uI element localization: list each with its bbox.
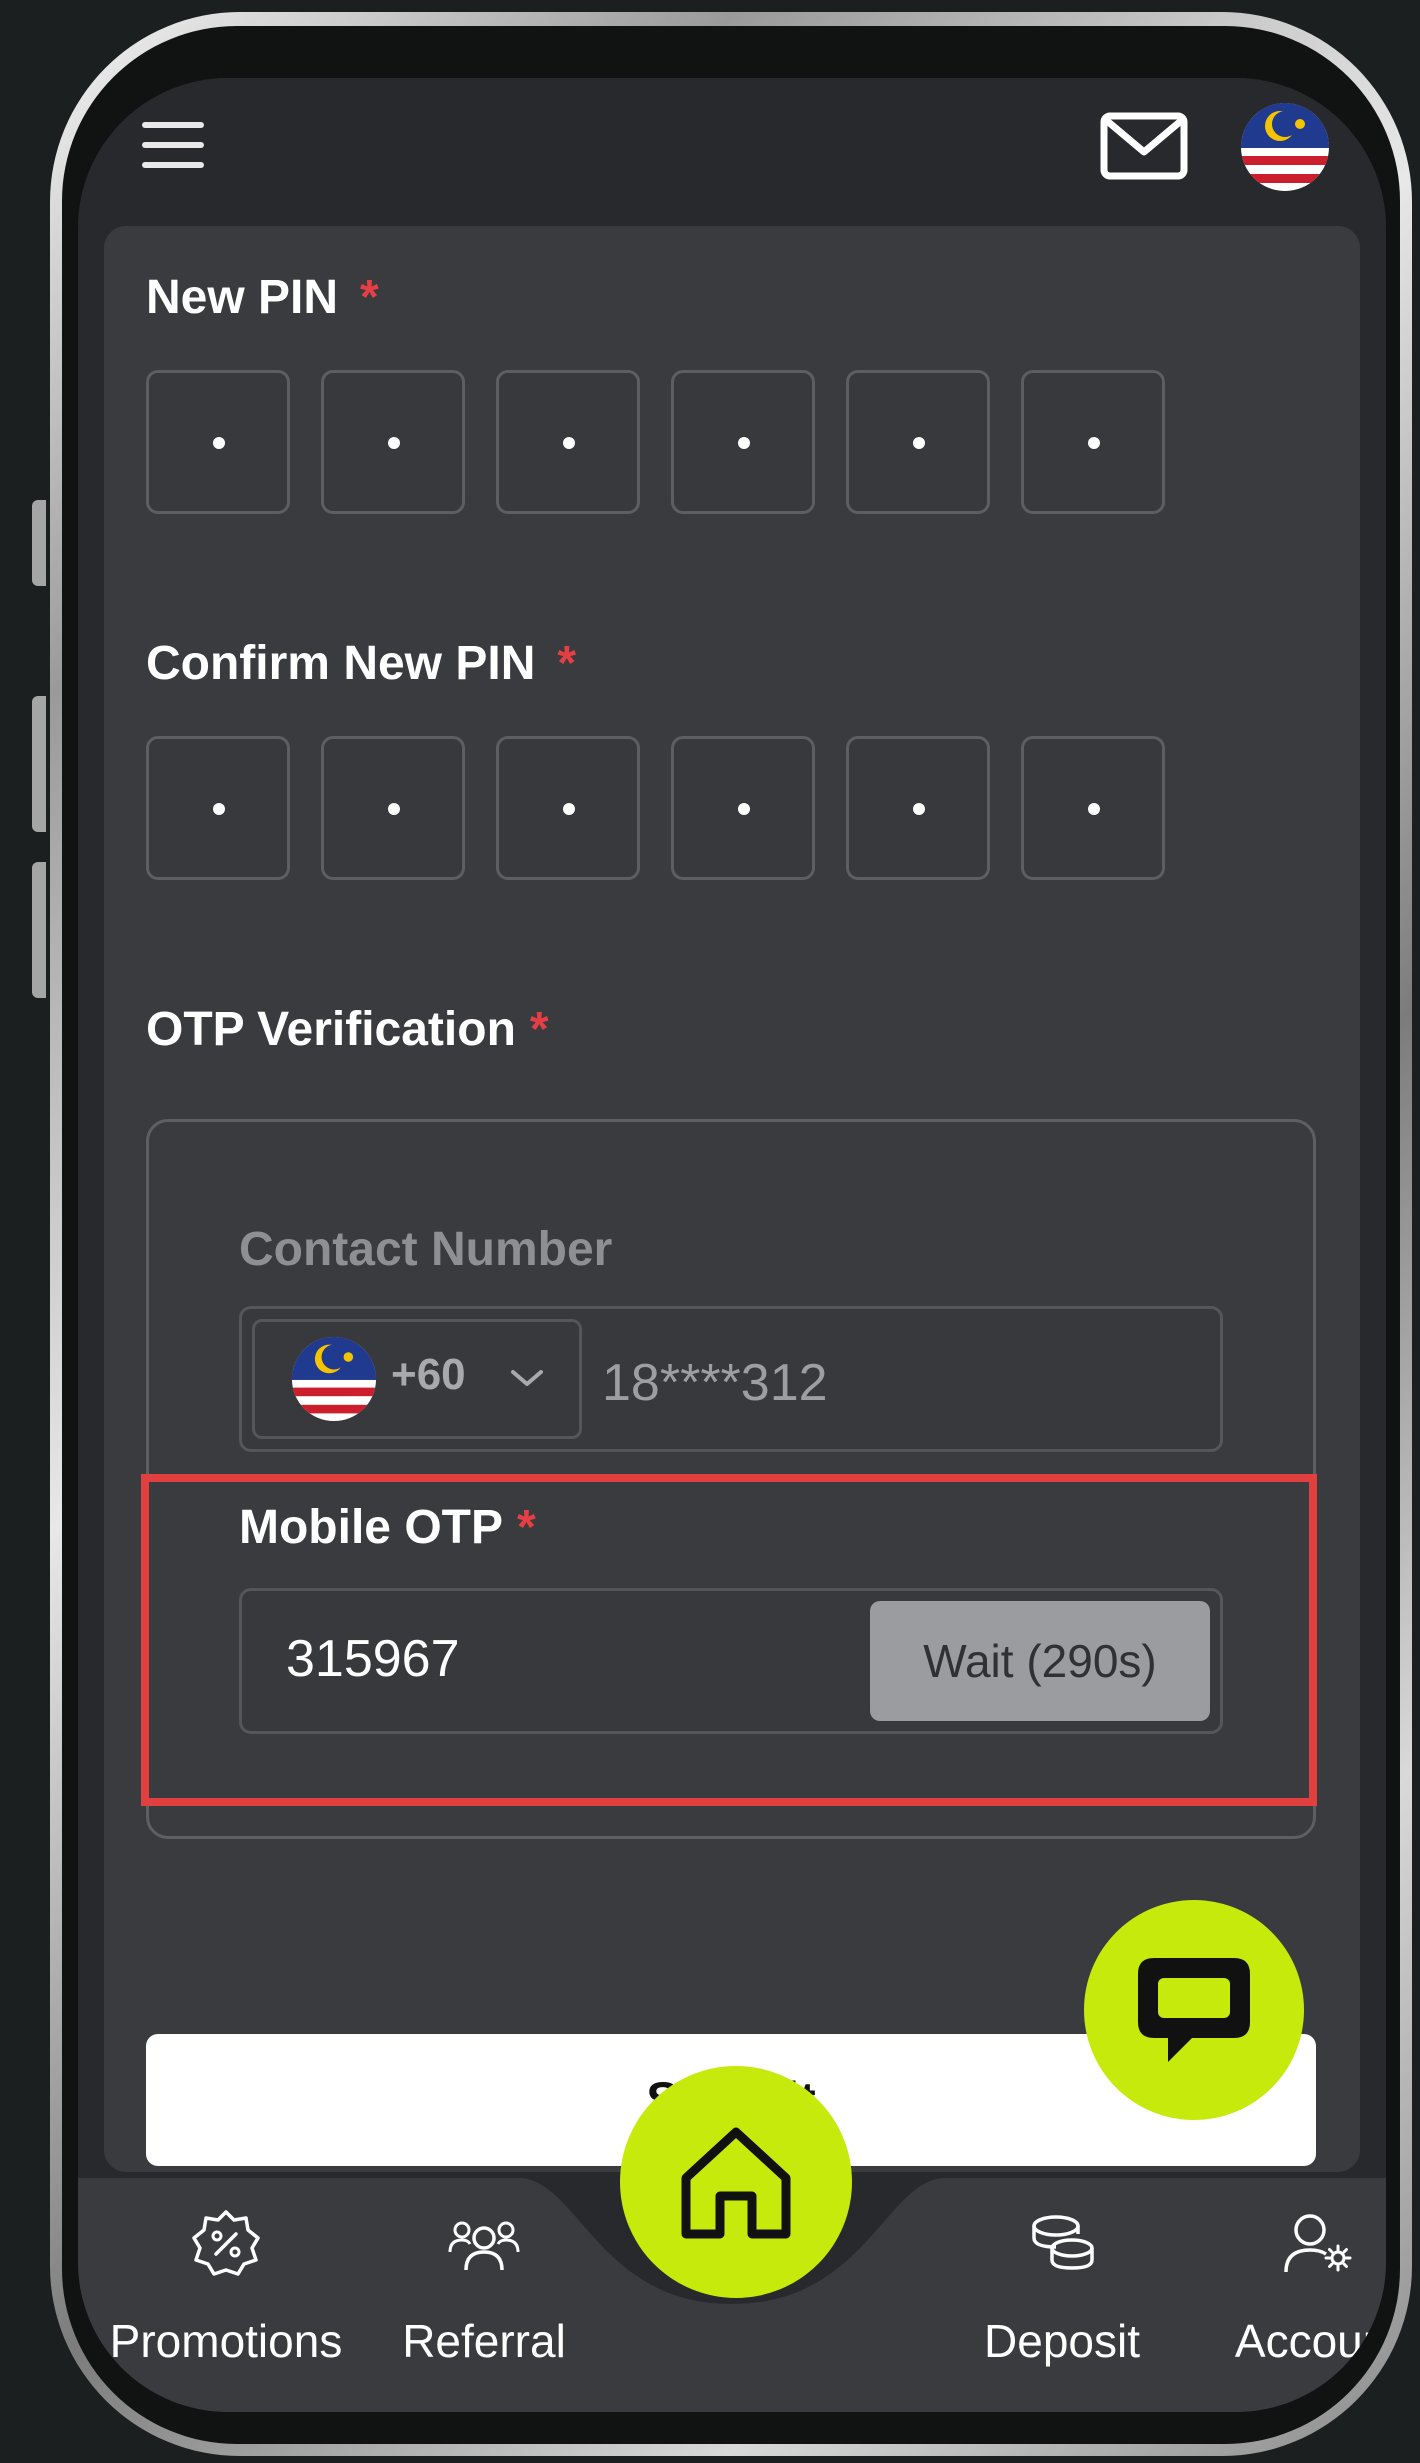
country-code-select[interactable]: +60 xyxy=(252,1319,582,1439)
nav-label: Promotions xyxy=(109,2315,343,2367)
mobile-otp-input[interactable]: 315967 Wait (290s) xyxy=(239,1588,1223,1734)
live-chat-button[interactable] xyxy=(1084,1900,1304,2120)
new-pin-digit-box[interactable] xyxy=(1021,370,1165,514)
user-settings-icon xyxy=(1284,2214,1352,2273)
home-icon xyxy=(681,2127,791,2239)
users-group-icon xyxy=(448,2221,520,2271)
nav-promotions[interactable]: Promotions xyxy=(96,2208,356,2388)
top-header xyxy=(78,78,1386,223)
contact-number-value: 18****312 xyxy=(602,1354,828,1412)
malaysia-flag-icon[interactable] xyxy=(1240,102,1330,192)
otp-verification-label: OTP Verification * xyxy=(146,1003,549,1056)
dial-code: +60 xyxy=(391,1350,466,1399)
confirm-pin-digit-box[interactable] xyxy=(496,736,640,880)
contact-number-label: Contact Number xyxy=(239,1223,613,1276)
new-pin-digit-box[interactable] xyxy=(671,370,815,514)
nav-label: Account xyxy=(1234,2315,1386,2367)
nav-deposit[interactable]: Deposit xyxy=(932,2208,1192,2388)
confirm-new-pin-label: Confirm New PIN * xyxy=(146,637,577,690)
new-pin-digit-box[interactable] xyxy=(321,370,465,514)
confirm-pin-digit-box[interactable] xyxy=(671,736,815,880)
malaysia-flag-icon xyxy=(291,1336,377,1422)
phone-side-button xyxy=(32,696,46,832)
change-pin-card: New PIN * Confirm New PIN * OTP Verificati… xyxy=(104,226,1360,2172)
contact-number-field: +60 18****312 xyxy=(239,1306,1223,1452)
confirm-pin-digit-box[interactable] xyxy=(1021,736,1165,880)
phone-side-button xyxy=(32,862,46,998)
coins-icon xyxy=(1032,2215,1094,2270)
confirm-pin-digit-box[interactable] xyxy=(146,736,290,880)
phone-side-button xyxy=(32,500,46,586)
confirm-pin-digit-box[interactable] xyxy=(846,736,990,880)
nav-account[interactable]: Account xyxy=(1188,2208,1386,2388)
new-pin-digit-box[interactable] xyxy=(496,370,640,514)
new-pin-digit-box[interactable] xyxy=(846,370,990,514)
discount-badge-icon xyxy=(192,2210,260,2276)
hamburger-icon[interactable] xyxy=(142,120,206,172)
resend-otp-wait-button[interactable]: Wait (290s) xyxy=(870,1601,1210,1721)
home-button[interactable] xyxy=(620,2066,852,2298)
nav-referral[interactable]: Referral xyxy=(354,2208,614,2388)
mail-icon[interactable] xyxy=(1100,112,1188,180)
confirm-pin-digit-box[interactable] xyxy=(321,736,465,880)
nav-label: Referral xyxy=(402,2315,566,2367)
mobile-otp-label: Mobile OTP * xyxy=(239,1501,536,1554)
mobile-otp-value: 315967 xyxy=(286,1630,460,1688)
phone-screen: New PIN * Confirm New PIN * OTP Verificati… xyxy=(78,78,1386,2412)
new-pin-digit-box[interactable] xyxy=(146,370,290,514)
chat-bubble-icon xyxy=(1138,1958,1250,2062)
new-pin-label: New PIN * xyxy=(146,271,379,324)
nav-label: Deposit xyxy=(984,2315,1140,2367)
otp-verification-panel: Contact Number +60 18****312 Mobile OTP … xyxy=(141,1119,1317,1839)
chevron-down-icon xyxy=(511,1370,543,1386)
